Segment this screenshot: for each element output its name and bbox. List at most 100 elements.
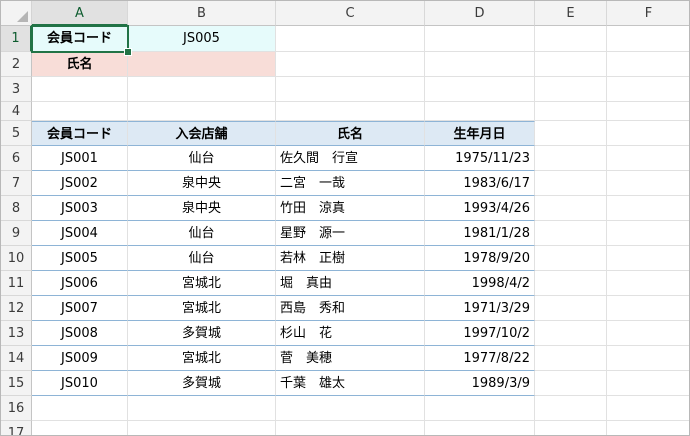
cell-c2[interactable] xyxy=(276,52,425,77)
cell-a7[interactable]: JS002 xyxy=(32,171,128,196)
cell-c13[interactable]: 杉山 花 xyxy=(276,321,425,346)
cell-d12[interactable]: 1971/3/29 xyxy=(425,296,535,321)
cell-e12[interactable] xyxy=(535,296,607,321)
cell-c17[interactable] xyxy=(276,421,425,435)
cell-b13[interactable]: 多賀城 xyxy=(128,321,276,346)
cell-b8[interactable]: 泉中央 xyxy=(128,196,276,221)
cell-e1[interactable] xyxy=(535,26,607,52)
cell-a1[interactable]: 会員コード xyxy=(32,26,128,52)
cell-d9[interactable]: 1981/1/28 xyxy=(425,221,535,246)
cell-d13[interactable]: 1997/10/2 xyxy=(425,321,535,346)
cell-b9[interactable]: 仙台 xyxy=(128,221,276,246)
column-header-a[interactable]: A xyxy=(32,1,128,26)
cell-e13[interactable] xyxy=(535,321,607,346)
cell-f13[interactable] xyxy=(607,321,689,346)
cell-b12[interactable]: 宮城北 xyxy=(128,296,276,321)
row-header-17[interactable]: 17 xyxy=(1,421,32,435)
cell-b14[interactable]: 宮城北 xyxy=(128,346,276,371)
row-header-7[interactable]: 7 xyxy=(1,171,32,196)
cell-d1[interactable] xyxy=(425,26,535,52)
cell-f15[interactable] xyxy=(607,371,689,396)
cell-a9[interactable]: JS004 xyxy=(32,221,128,246)
cell-f9[interactable] xyxy=(607,221,689,246)
fill-handle[interactable] xyxy=(124,48,132,56)
cell-f1[interactable] xyxy=(607,26,689,52)
row-header-6[interactable]: 6 xyxy=(1,146,32,171)
cell-e17[interactable] xyxy=(535,421,607,435)
cell-f8[interactable] xyxy=(607,196,689,221)
cell-d10[interactable]: 1978/9/20 xyxy=(425,246,535,271)
cell-e4[interactable] xyxy=(535,102,607,121)
cell-a13[interactable]: JS008 xyxy=(32,321,128,346)
cell-f3[interactable] xyxy=(607,77,689,102)
cell-a12[interactable]: JS007 xyxy=(32,296,128,321)
cell-d4[interactable] xyxy=(425,102,535,121)
cell-a14[interactable]: JS009 xyxy=(32,346,128,371)
row-header-16[interactable]: 16 xyxy=(1,396,32,421)
cell-e15[interactable] xyxy=(535,371,607,396)
column-header-b[interactable]: B xyxy=(128,1,276,26)
row-header-2[interactable]: 2 xyxy=(1,52,32,77)
cell-e3[interactable] xyxy=(535,77,607,102)
cell-c5[interactable]: 氏名 xyxy=(276,121,425,146)
cell-f12[interactable] xyxy=(607,296,689,321)
cell-c9[interactable]: 星野 源一 xyxy=(276,221,425,246)
cell-e9[interactable] xyxy=(535,221,607,246)
cell-c8[interactable]: 竹田 涼真 xyxy=(276,196,425,221)
cell-d17[interactable] xyxy=(425,421,535,435)
row-header-3[interactable]: 3 xyxy=(1,77,32,102)
cell-a16[interactable] xyxy=(32,396,128,421)
cell-b5[interactable]: 入会店舗 xyxy=(128,121,276,146)
cell-d3[interactable] xyxy=(425,77,535,102)
row-header-8[interactable]: 8 xyxy=(1,196,32,221)
cell-b11[interactable]: 宮城北 xyxy=(128,271,276,296)
cell-c14[interactable]: 菅 美穂 xyxy=(276,346,425,371)
cell-c15[interactable]: 千葉 雄太 xyxy=(276,371,425,396)
cell-d2[interactable] xyxy=(425,52,535,77)
cell-c11[interactable]: 堀 真由 xyxy=(276,271,425,296)
cell-f6[interactable] xyxy=(607,146,689,171)
cell-b16[interactable] xyxy=(128,396,276,421)
row-header-9[interactable]: 9 xyxy=(1,221,32,246)
cell-f11[interactable] xyxy=(607,271,689,296)
cell-c4[interactable] xyxy=(276,102,425,121)
cell-d14[interactable]: 1977/8/22 xyxy=(425,346,535,371)
row-header-5[interactable]: 5 xyxy=(1,121,32,146)
cell-c16[interactable] xyxy=(276,396,425,421)
cell-a5[interactable]: 会員コード xyxy=(32,121,128,146)
cell-d7[interactable]: 1983/6/17 xyxy=(425,171,535,196)
cell-c1[interactable] xyxy=(276,26,425,52)
cell-f7[interactable] xyxy=(607,171,689,196)
cell-e10[interactable] xyxy=(535,246,607,271)
cell-f14[interactable] xyxy=(607,346,689,371)
row-header-14[interactable]: 14 xyxy=(1,346,32,371)
row-header-10[interactable]: 10 xyxy=(1,246,32,271)
cell-a10[interactable]: JS005 xyxy=(32,246,128,271)
cell-a3[interactable] xyxy=(32,77,128,102)
cell-f4[interactable] xyxy=(607,102,689,121)
cell-b15[interactable]: 多賀城 xyxy=(128,371,276,396)
row-header-4[interactable]: 4 xyxy=(1,102,32,121)
cell-d6[interactable]: 1975/11/23 xyxy=(425,146,535,171)
cell-a15[interactable]: JS010 xyxy=(32,371,128,396)
select-all-button[interactable] xyxy=(1,1,32,26)
cell-a17[interactable] xyxy=(32,421,128,435)
cell-b10[interactable]: 仙台 xyxy=(128,246,276,271)
cell-b4[interactable] xyxy=(128,102,276,121)
column-header-d[interactable]: D xyxy=(425,1,535,26)
cell-d8[interactable]: 1993/4/26 xyxy=(425,196,535,221)
cell-a2[interactable]: 氏名 xyxy=(32,52,128,77)
cell-c12[interactable]: 西島 秀和 xyxy=(276,296,425,321)
cell-f17[interactable] xyxy=(607,421,689,435)
cell-b2[interactable] xyxy=(128,52,276,77)
row-header-15[interactable]: 15 xyxy=(1,371,32,396)
cell-a11[interactable]: JS006 xyxy=(32,271,128,296)
column-header-e[interactable]: E xyxy=(535,1,607,26)
cell-c3[interactable] xyxy=(276,77,425,102)
cell-e5[interactable] xyxy=(535,121,607,146)
row-header-11[interactable]: 11 xyxy=(1,271,32,296)
cell-d5[interactable]: 生年月日 xyxy=(425,121,535,146)
cell-a4[interactable] xyxy=(32,102,128,121)
cell-f2[interactable] xyxy=(607,52,689,77)
cell-f10[interactable] xyxy=(607,246,689,271)
